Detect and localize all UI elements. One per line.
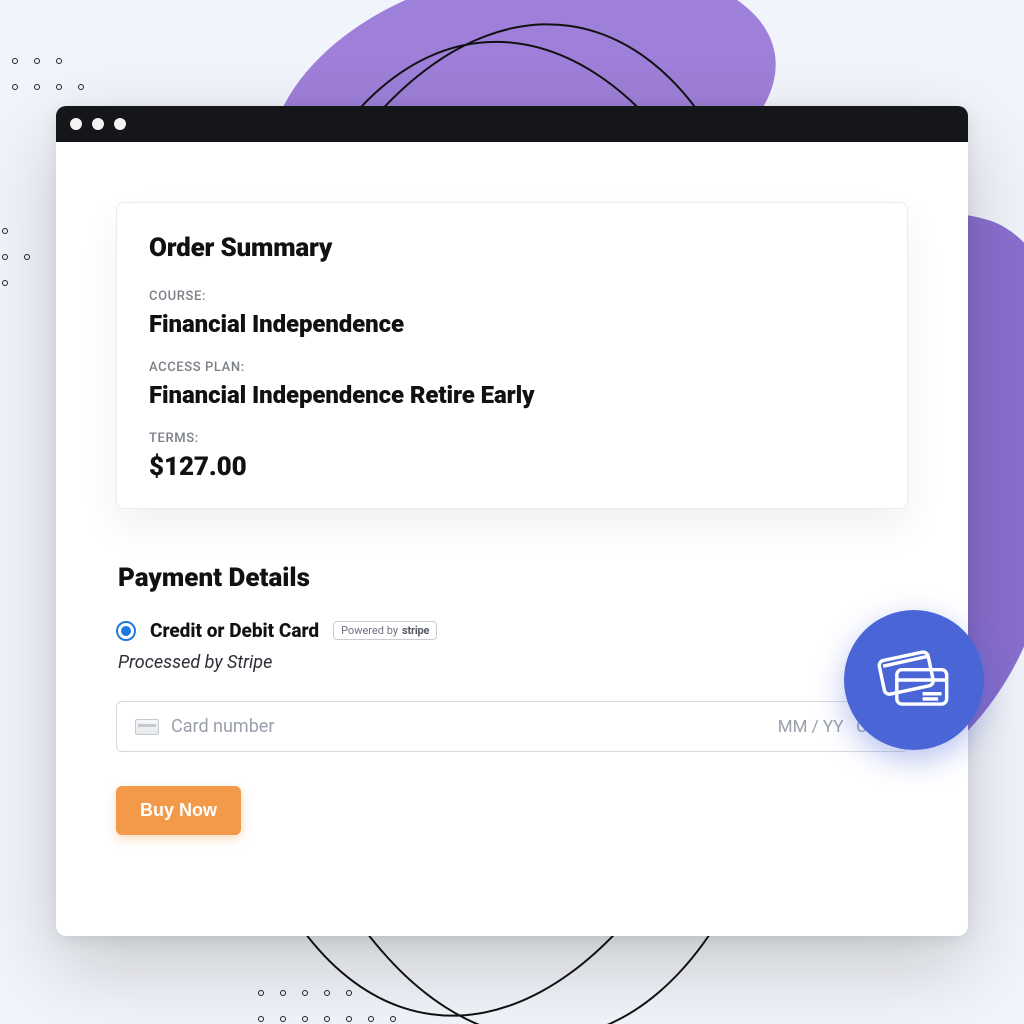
terms-label: TERMS:: [149, 431, 875, 446]
course-value: Financial Independence: [149, 310, 875, 338]
stripe-badge: Powered by stripe: [333, 621, 437, 640]
card-expiry-placeholder: MM / YY: [778, 717, 844, 737]
card-number-input[interactable]: Card number MM / YY CVC: [116, 701, 908, 752]
buy-now-button[interactable]: Buy Now: [116, 786, 241, 835]
access-plan-label: ACCESS PLAN:: [149, 360, 875, 375]
payment-method-option[interactable]: Credit or Debit Card Powered by stripe: [116, 619, 908, 642]
credit-cards-icon: [871, 637, 957, 723]
checkout-content: Order Summary COURSE: Financial Independ…: [56, 142, 968, 875]
window-titlebar: [56, 106, 968, 142]
card-number-placeholder: Card number: [171, 716, 274, 737]
window-control-zoom[interactable]: [114, 118, 126, 130]
order-summary-card: Order Summary COURSE: Financial Independ…: [116, 202, 908, 509]
bg-dots: [4, 50, 204, 102]
radio-selected-icon: [116, 621, 136, 641]
processed-by-text: Processed by Stripe: [118, 652, 908, 673]
bg-dots: [250, 982, 650, 1024]
course-label: COURSE:: [149, 289, 875, 304]
terms-value: $127.00: [149, 452, 875, 482]
credit-cards-badge: [844, 610, 984, 750]
window-control-minimize[interactable]: [92, 118, 104, 130]
credit-card-icon: [135, 719, 159, 735]
payment-method-label: Credit or Debit Card: [150, 619, 319, 642]
access-plan-value: Financial Independence Retire Early: [149, 381, 875, 409]
browser-window: Order Summary COURSE: Financial Independ…: [56, 106, 968, 936]
stripe-badge-brand: stripe: [402, 624, 429, 637]
window-control-close[interactable]: [70, 118, 82, 130]
order-summary-title: Order Summary: [149, 233, 875, 263]
stripe-badge-prefix: Powered by: [341, 624, 398, 637]
payment-details-title: Payment Details: [118, 563, 908, 593]
